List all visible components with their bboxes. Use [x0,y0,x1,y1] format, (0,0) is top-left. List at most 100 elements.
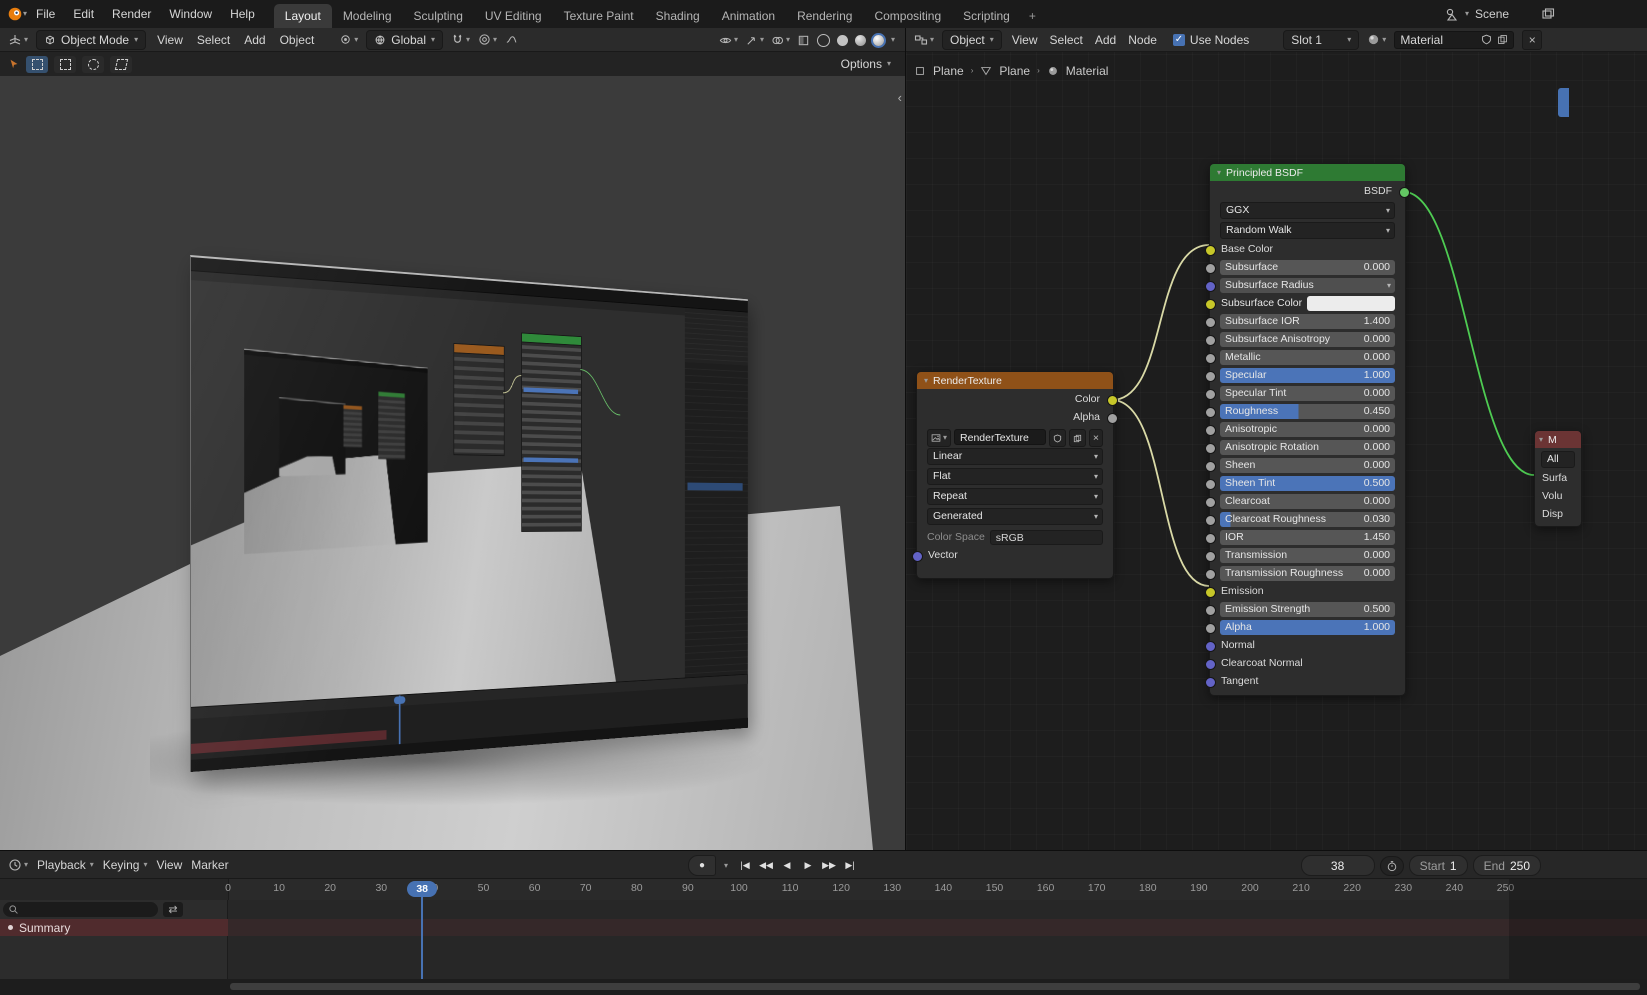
principled-sheen-tint[interactable]: Sheen Tint0.500 [1220,476,1395,491]
socket[interactable] [1205,245,1216,256]
tab-scripting[interactable]: Scripting [952,4,1021,28]
vp-menu-select[interactable]: Select [194,33,233,47]
duplicate-image-button[interactable] [1069,429,1086,447]
duplicate-material-icon[interactable] [1497,34,1508,45]
material-browse-dropdown[interactable]: ▾ [1367,33,1386,46]
chevron-down-icon[interactable]: ▾ [1217,169,1221,177]
overlays-dropdown[interactable]: ▾ [771,34,790,47]
channel-search-input[interactable] [3,902,158,917]
color-space-value[interactable]: sRGB [990,530,1103,545]
image-name-field[interactable]: RenderTexture [954,429,1046,445]
keying-menu[interactable]: Keying▾ [103,858,148,872]
socket[interactable] [1205,605,1216,616]
render-texture-node[interactable]: ▾ RenderTexture Color Alpha ▾ RenderText… [916,371,1114,579]
socket[interactable] [1205,569,1216,580]
prev-keyframe-button[interactable]: ◀◀ [757,856,775,875]
socket[interactable] [1205,479,1216,490]
socket[interactable] [1107,395,1118,406]
principled-subsurface-color[interactable]: Subsurface Color [1220,296,1395,311]
socket[interactable] [1205,659,1216,670]
socket[interactable] [1205,425,1216,436]
select-mode-circle-button[interactable] [82,56,104,73]
gizmos-dropdown[interactable]: ▾ [745,34,764,47]
chevron-down-icon[interactable]: ▾ [724,862,728,870]
socket[interactable] [1205,515,1216,526]
add-workspace-button[interactable]: + [1021,4,1044,28]
object-mode-dropdown[interactable]: Object Mode ▾ [36,30,146,50]
tab-rendering[interactable]: Rendering [786,4,863,28]
scene-selector[interactable]: ▾ Scene [1445,0,1555,28]
socket[interactable] [1205,389,1216,400]
socket[interactable] [1205,551,1216,562]
principled-roughness[interactable]: Roughness0.450 [1220,404,1395,419]
principled-anisotropic[interactable]: Anisotropic0.000 [1220,422,1395,437]
shader-type-dropdown[interactable]: Object ▾ [942,30,1002,50]
play-reverse-button[interactable]: ◀ [778,856,796,875]
menu-render[interactable]: Render [103,7,160,21]
tl-menu-view[interactable]: View [156,858,182,872]
menu-edit[interactable]: Edit [64,7,103,21]
tab-compositing[interactable]: Compositing [863,4,952,28]
editor-type-dropdown[interactable]: ▾ [914,33,934,47]
source-dropdown[interactable]: Generated▾ [927,508,1103,525]
tab-shading[interactable]: Shading [645,4,711,28]
socket[interactable] [912,551,923,562]
chevron-down-icon[interactable]: ▾ [1539,436,1543,444]
socket[interactable] [1107,413,1118,424]
principled-anisotropic-rotation[interactable]: Anisotropic Rotation0.000 [1220,440,1395,455]
principled-subsurface-radius[interactable]: Subsurface Radius▾ [1220,278,1395,293]
breadcrumb-object[interactable]: Plane [933,64,964,78]
principled-ggx[interactable]: GGX▾ [1220,202,1395,219]
principled-clearcoat[interactable]: Clearcoat0.000 [1220,494,1395,509]
socket[interactable] [1205,641,1216,652]
material-output-node[interactable]: ▾ M AllSurfaVoluDisp [1534,430,1582,527]
socket[interactable] [1205,281,1216,292]
snap-dropdown[interactable]: ▾ [451,33,470,46]
tab-sculpting[interactable]: Sculpting [403,4,474,28]
tool-options-dropdown[interactable]: Options ▾ [841,57,891,71]
chevron-down-icon[interactable]: ▾ [924,377,928,385]
socket[interactable] [1205,299,1216,310]
use-nodes-toggle[interactable]: ✓ Use Nodes [1173,33,1249,47]
principled-specular[interactable]: Specular1.000 [1220,368,1395,383]
socket[interactable] [1205,587,1216,598]
socket[interactable] [1205,461,1216,472]
shading-material-button[interactable] [855,35,866,46]
sh-menu-select[interactable]: Select [1048,33,1085,47]
breadcrumb-mesh[interactable]: Plane [999,64,1030,78]
vp-menu-object[interactable]: Object [277,33,318,47]
socket[interactable] [1205,623,1216,634]
orientation-dropdown[interactable]: Global ▾ [366,30,443,50]
tab-layout[interactable]: Layout [274,4,332,28]
active-tool-icon[interactable] [8,58,20,70]
socket[interactable] [1205,407,1216,418]
render-texture-node-header[interactable]: ▾ RenderTexture [917,372,1113,389]
next-keyframe-button[interactable]: ▶▶ [820,856,838,875]
invert-filter-button[interactable]: ⇄ [163,902,183,917]
color-space-row[interactable]: Color Space sRGB [927,530,1103,545]
tab-modeling[interactable]: Modeling [332,4,403,28]
principled-node-header[interactable]: ▾ Principled BSDF [1210,164,1405,181]
select-mode-box-button[interactable] [54,56,76,73]
socket[interactable] [1205,533,1216,544]
socket[interactable] [1205,263,1216,274]
timeline-ruler[interactable]: 0102030405060708090100110120130140150160… [0,879,1647,901]
tab-texture-paint[interactable]: Texture Paint [553,4,645,28]
principled-transmission[interactable]: Transmission0.000 [1220,548,1395,563]
viewport-3d[interactable]: ‹ [0,76,905,850]
screen-object[interactable] [190,255,748,772]
vp-menu-add[interactable]: Add [241,33,268,47]
editor-type-dropdown[interactable]: ▾ [8,858,28,872]
summary-channel-row[interactable]: Summary [0,919,228,936]
socket[interactable] [1205,317,1216,328]
preview-range-button[interactable] [1380,856,1404,876]
shading-solid-button[interactable] [837,35,848,46]
principled-random-walk[interactable]: Random Walk▾ [1220,222,1395,239]
select-mode-lasso-button[interactable] [110,56,132,73]
tab-uv-editing[interactable]: UV Editing [474,4,553,28]
play-button[interactable]: ▶ [799,856,817,875]
slot-dropdown[interactable]: Slot 1 ▾ [1283,30,1359,50]
start-frame-field[interactable]: Start1 [1409,855,1468,876]
material-name-field[interactable]: Material [1394,31,1514,49]
principled-ior[interactable]: IOR1.450 [1220,530,1395,545]
